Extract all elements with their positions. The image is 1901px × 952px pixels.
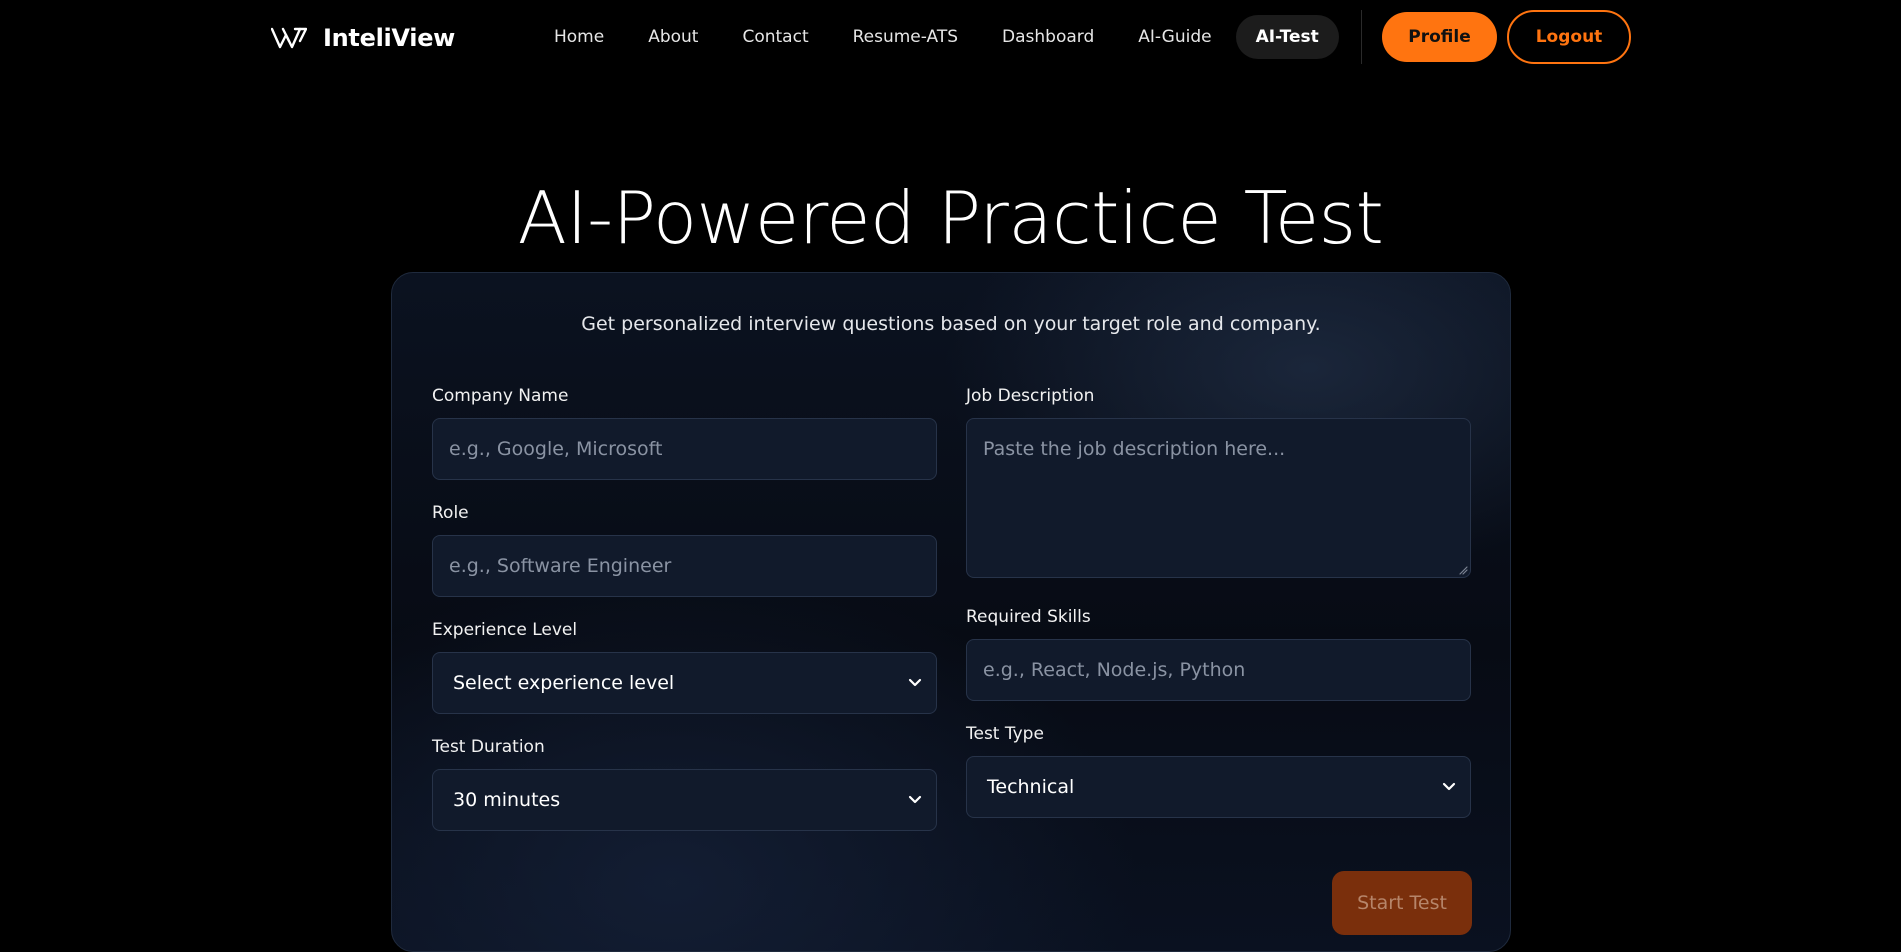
resize-handle-icon[interactable]: [1458, 565, 1468, 575]
page-subtitle: Get personalized interview questions bas…: [581, 313, 1321, 335]
required-skills-label: Required Skills: [966, 607, 1091, 627]
experience-level-value: Select experience level: [453, 672, 675, 694]
logout-button[interactable]: Logout: [1507, 10, 1631, 64]
brand-logo-link[interactable]: InteliView: [271, 20, 455, 56]
nav-divider: [1361, 10, 1362, 64]
experience-level-select[interactable]: Select experience level: [432, 652, 937, 714]
nav-link-ai-guide[interactable]: AI-Guide: [1118, 15, 1231, 59]
profile-button[interactable]: Profile: [1382, 12, 1497, 62]
chevron-down-icon: [908, 795, 922, 804]
logo-w-icon: [271, 27, 307, 49]
test-duration-select[interactable]: 30 minutes: [432, 769, 937, 831]
chevron-down-icon: [1442, 782, 1456, 791]
nav-link-contact[interactable]: Contact: [722, 15, 828, 59]
nav-link-about[interactable]: About: [628, 15, 718, 59]
start-test-button[interactable]: Start Test: [1332, 871, 1472, 935]
test-duration-value: 30 minutes: [453, 789, 561, 811]
company-name-label: Company Name: [432, 386, 569, 406]
company-name-input[interactable]: [432, 418, 937, 480]
job-description-textarea[interactable]: [966, 418, 1471, 578]
required-skills-input[interactable]: [966, 639, 1471, 701]
experience-level-label: Experience Level: [432, 620, 578, 640]
nav-link-ai-test[interactable]: AI-Test: [1235, 15, 1339, 59]
practice-test-form-card: Get personalized interview questions bas…: [391, 272, 1511, 952]
test-duration-label: Test Duration: [432, 737, 545, 757]
role-input[interactable]: [432, 535, 937, 597]
brand-name: InteliView: [323, 24, 456, 52]
role-label: Role: [432, 503, 469, 523]
chevron-down-icon: [908, 678, 922, 687]
test-type-label: Test Type: [966, 724, 1044, 744]
job-description-label: Job Description: [966, 386, 1095, 406]
nav-links: Home About Contact Resume-ATS Dashboard …: [534, 15, 1339, 59]
test-type-value: Technical: [987, 776, 1075, 798]
nav-link-dashboard[interactable]: Dashboard: [982, 15, 1114, 59]
page-title: AI-Powered Practice Test: [517, 176, 1384, 260]
nav-link-resume-ats[interactable]: Resume-ATS: [833, 15, 978, 59]
test-type-select[interactable]: Technical: [966, 756, 1471, 818]
top-navbar: InteliView Home About Contact Resume-ATS…: [0, 0, 1901, 76]
nav-link-home[interactable]: Home: [534, 15, 624, 59]
